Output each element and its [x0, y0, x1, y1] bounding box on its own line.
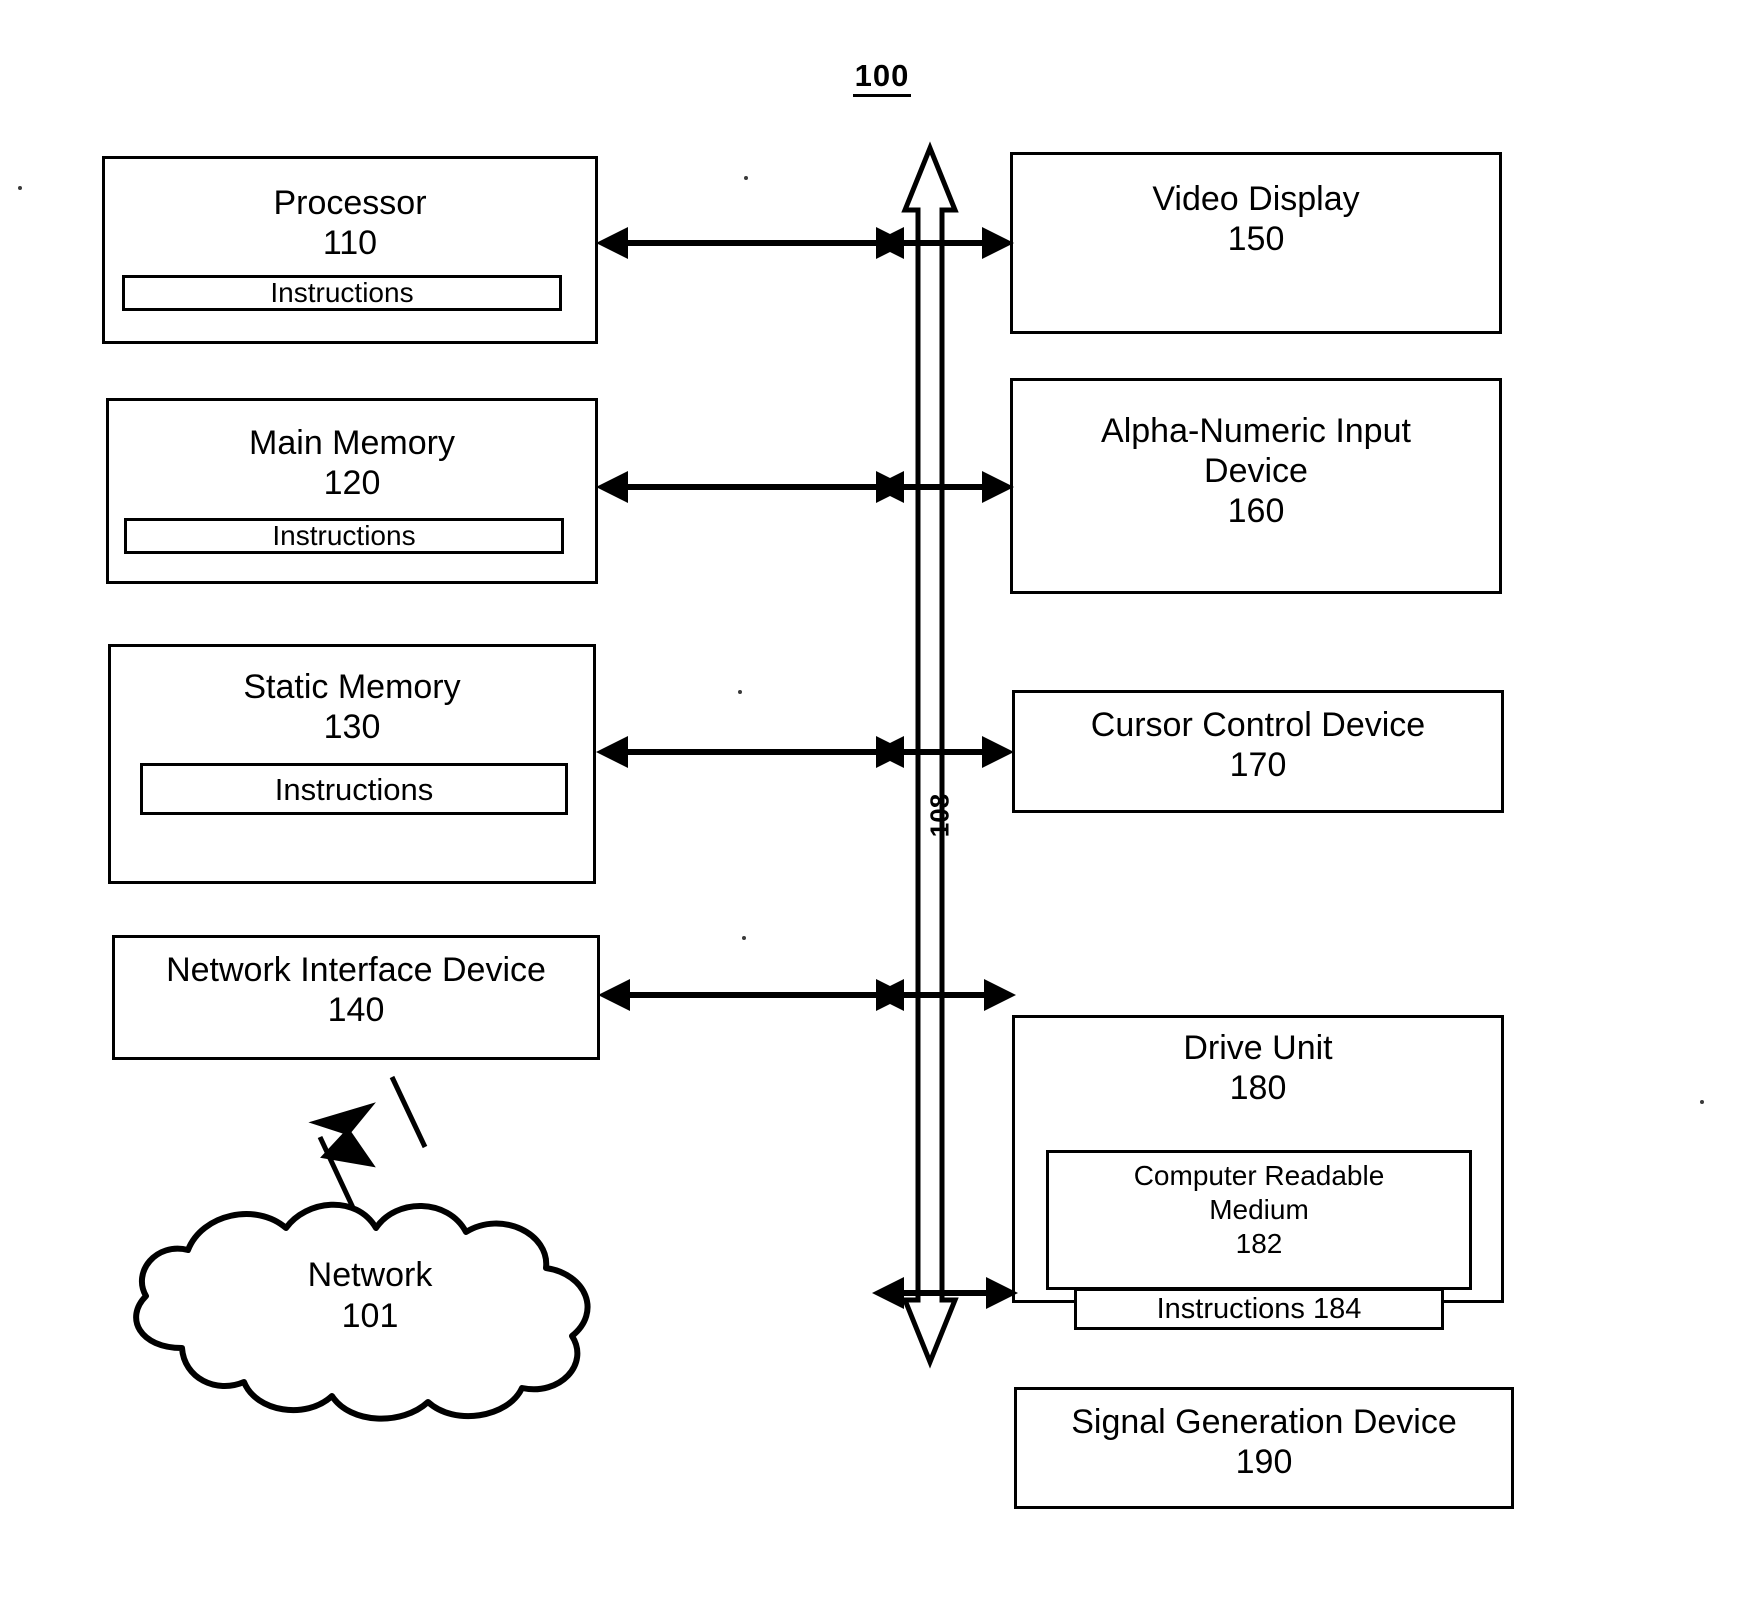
- processor-box: Processor 110: [102, 156, 598, 344]
- alpha-numeric-input-device-title: Alpha-Numeric Input Device: [1101, 412, 1411, 491]
- scan-speck: [742, 936, 746, 940]
- alpha-numeric-input-device-box: Alpha-Numeric Input Device 160: [1010, 378, 1502, 594]
- alpha-numeric-input-device-ref: 160: [1227, 492, 1285, 531]
- scan-speck: [18, 186, 22, 190]
- connector-bus-drive-unit: [872, 979, 1016, 1011]
- static-memory-title: Static Memory: [243, 668, 461, 706]
- static-memory-ref: 130: [323, 708, 381, 747]
- patent-figure-diagram: 100 Processor 110 Instructions Main Memo…: [0, 0, 1764, 1618]
- connector-bus-alpha-numeric-input: [872, 471, 1014, 503]
- video-display-box: Video Display 150: [1010, 152, 1502, 334]
- main-memory-box: Main Memory 120: [106, 398, 598, 584]
- figure-number-value: 100: [852, 58, 912, 97]
- processor-title: Processor: [273, 184, 427, 222]
- connector-processor-bus: [596, 227, 908, 259]
- scan-speck: [738, 690, 742, 694]
- video-display-title: Video Display: [1152, 180, 1360, 218]
- instructions-184-label: Instructions 184: [1156, 1292, 1362, 1325]
- instructions-184-box: Instructions 184: [1074, 1288, 1444, 1330]
- main-memory-title: Main Memory: [249, 424, 455, 462]
- connector-bus-signal-generation: [872, 1277, 1018, 1309]
- main-memory-instructions-box: Instructions: [124, 518, 564, 554]
- static-memory-instructions-box: Instructions: [140, 763, 568, 815]
- computer-readable-medium-box: Computer Readable Medium 182: [1046, 1150, 1472, 1290]
- cursor-control-device-box: Cursor Control Device 170: [1012, 690, 1504, 813]
- video-display-ref: 150: [1227, 220, 1285, 259]
- main-memory-instructions-label: Instructions: [272, 520, 416, 551]
- processor-ref: 110: [322, 224, 378, 263]
- signal-generation-device-ref: 190: [1235, 1443, 1293, 1482]
- processor-instructions-box: Instructions: [122, 275, 562, 311]
- signal-generation-device-box: Signal Generation Device 190: [1014, 1387, 1514, 1509]
- network-cloud-text: Network 101: [180, 1255, 560, 1337]
- network-interface-device-box: Network Interface Device 140: [112, 935, 600, 1060]
- cursor-control-device-ref: 170: [1229, 746, 1287, 785]
- scan-speck: [1700, 1100, 1704, 1104]
- scan-speck: [744, 176, 748, 180]
- drive-unit-title: Drive Unit: [1183, 1029, 1333, 1067]
- network-interface-device-ref: 140: [327, 991, 385, 1030]
- main-memory-ref: 120: [323, 464, 381, 503]
- processor-instructions-label: Instructions: [270, 277, 414, 308]
- connector-main-memory-bus: [596, 471, 908, 503]
- connector-network-interface-bus: [598, 979, 908, 1011]
- static-memory-instructions-label: Instructions: [274, 771, 434, 807]
- connector-bus-cursor-control: [872, 736, 1014, 768]
- network-title: Network: [307, 1256, 433, 1294]
- connector-bus-video-display: [872, 227, 1014, 259]
- drive-unit-ref: 180: [1229, 1069, 1287, 1108]
- computer-readable-medium-title: Computer Readable Medium: [1133, 1160, 1385, 1226]
- cursor-control-device-title: Cursor Control Device: [1090, 706, 1426, 744]
- network-ref: 101: [341, 1296, 399, 1335]
- connector-static-memory-bus: [596, 736, 908, 768]
- computer-readable-medium-ref: 182: [1235, 1228, 1283, 1260]
- network-interface-device-title: Network Interface Device: [166, 951, 546, 989]
- bus-reference-label: 108: [924, 793, 955, 838]
- figure-number: 100: [0, 58, 1764, 97]
- signal-generation-device-title: Signal Generation Device: [1071, 1403, 1457, 1441]
